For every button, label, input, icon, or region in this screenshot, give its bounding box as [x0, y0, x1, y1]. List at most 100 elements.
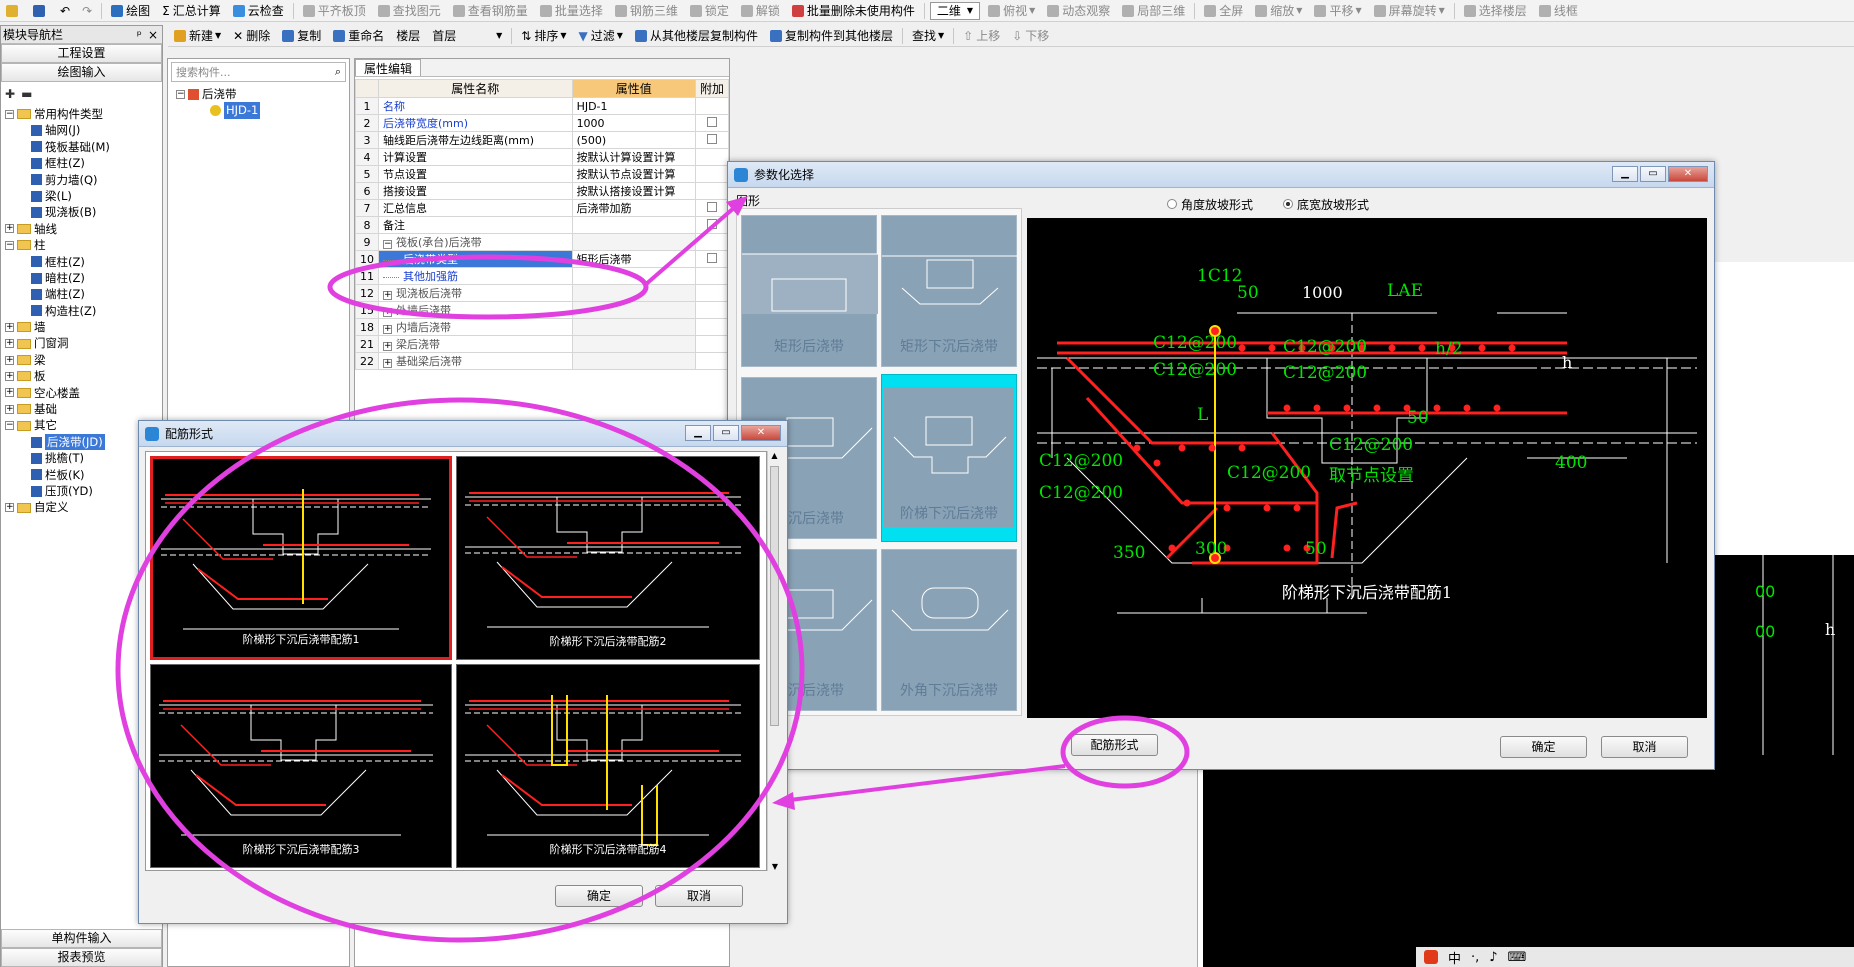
property-value[interactable]	[571, 301, 696, 319]
shape-stepped-sunken[interactable]: 阶梯下沉后浇带	[881, 374, 1017, 542]
property-row[interactable]: 11 其他加强筋	[355, 267, 730, 285]
pan-button[interactable]: 平移 ▼	[1308, 1, 1367, 21]
group-toggle-icon[interactable]: −	[383, 240, 392, 249]
expand-toggle-icon[interactable]: +	[5, 503, 14, 513]
rebar-ok-button[interactable]: 确定	[555, 885, 643, 907]
zoom-button[interactable]: 缩放 ▼	[1249, 1, 1308, 21]
find-button[interactable]: 查找 ▼	[906, 26, 950, 46]
property-extra[interactable]	[694, 199, 730, 217]
property-row[interactable]: 12 + 现浇板后浇带	[355, 284, 730, 302]
minimize-button[interactable]: ▁	[1612, 166, 1638, 182]
rebar-form-option-1[interactable]: 阶梯形下沉后浇带配筋1	[150, 456, 452, 660]
shape-rect-sunken[interactable]: 矩形下沉后浇带	[881, 215, 1018, 367]
property-value[interactable]	[571, 233, 696, 251]
group-toggle-icon[interactable]: +	[383, 342, 392, 351]
expand-all-icon[interactable]: ✚	[5, 87, 15, 101]
maximize-button[interactable]: ▭	[1640, 166, 1666, 182]
expand-toggle-icon[interactable]: +	[5, 355, 14, 365]
wireframe-button[interactable]: 线框	[1533, 1, 1584, 21]
shape-rect[interactable]: 矩形后浇带	[741, 215, 878, 367]
move-up-button[interactable]: ⇧ 上移	[957, 26, 1006, 46]
find-element-button[interactable]: 查找图元	[372, 1, 447, 21]
project-settings-button[interactable]: 工程设置	[1, 44, 162, 63]
delete-button[interactable]: ✕ 删除	[227, 26, 276, 46]
property-extra[interactable]	[694, 318, 730, 336]
nav-tree-item[interactable]: − 常用构件类型	[5, 106, 162, 122]
property-row[interactable]: 1 名称 HJD-1	[355, 97, 730, 115]
property-row[interactable]: 4 计算设置 按默认计算设置计算	[355, 148, 730, 166]
property-value[interactable]: 后浇带加筋	[571, 199, 696, 217]
scroll-thumb[interactable]	[770, 466, 779, 726]
property-row[interactable]: 9− 筏板(承台)后浇带	[355, 233, 730, 251]
property-value[interactable]	[571, 267, 696, 285]
property-row[interactable]: 10 后浇带类型 矩形后浇带	[355, 250, 730, 268]
copy-to-floor-button[interactable]: 复制构件到其他楼层	[764, 26, 899, 46]
property-extra[interactable]	[694, 267, 730, 285]
expand-toggle-icon[interactable]: +	[5, 224, 14, 234]
nav-tree-item[interactable]: − 柱	[5, 237, 162, 253]
property-value[interactable]: HJD-1	[571, 97, 696, 115]
close-button[interactable]: ✕	[741, 425, 781, 441]
expand-toggle-icon[interactable]: +	[5, 371, 14, 381]
property-row[interactable]: 8 备注	[355, 216, 730, 234]
move-down-button[interactable]: ⇩ 下移	[1006, 26, 1055, 46]
ime-lang[interactable]: 中	[1448, 948, 1461, 967]
nav-tree-item[interactable]: 暗柱(Z)	[5, 270, 162, 286]
rotate-button[interactable]: 屏幕旋转 ▼	[1368, 1, 1451, 21]
property-value[interactable]	[571, 335, 696, 353]
checkbox[interactable]	[706, 218, 717, 229]
nav-tree-item[interactable]: + 门窗洞	[5, 335, 162, 351]
checkbox[interactable]	[706, 133, 717, 144]
select-floor-button[interactable]: 选择楼层	[1458, 1, 1533, 21]
copy-from-floor-button[interactable]: 从其他楼层复制构件	[629, 26, 764, 46]
expand-toggle-icon[interactable]: +	[5, 404, 14, 414]
property-value[interactable]: 按默认节点设置计算	[571, 165, 696, 183]
component-search[interactable]: 搜索构件... ⌕	[171, 62, 346, 82]
property-extra[interactable]	[694, 216, 730, 234]
orbit-button[interactable]: 动态观察	[1041, 1, 1116, 21]
sort-button[interactable]: ⇅ 排序 ▼	[515, 26, 572, 46]
checkbox[interactable]	[706, 201, 717, 212]
tab-property-edit[interactable]: 属性编辑	[355, 59, 422, 76]
expand-toggle-icon[interactable]: +	[5, 339, 14, 349]
checkbox[interactable]	[706, 252, 717, 263]
radio-angle-slope[interactable]: 角度放坡形式	[1167, 196, 1253, 213]
rebar-form-option-2[interactable]: 阶梯形下沉后浇带配筋2	[456, 456, 760, 660]
property-extra[interactable]	[694, 114, 730, 132]
rebar-3d-button[interactable]: 钢筋三维	[609, 1, 684, 21]
copy-button[interactable]: 复制	[276, 26, 327, 46]
expand-toggle-icon[interactable]: −	[5, 421, 14, 431]
property-value[interactable]	[571, 216, 696, 234]
redo-icon[interactable]: ↷	[76, 1, 98, 21]
minimize-button[interactable]: ▁	[685, 425, 711, 441]
ime-keyboard-icon[interactable]: ⌨	[1508, 950, 1527, 965]
property-extra[interactable]	[694, 182, 730, 200]
property-value[interactable]: (500)	[571, 131, 696, 149]
property-extra[interactable]	[694, 284, 730, 302]
batch-delete-button[interactable]: 批量删除未使用构件	[786, 1, 921, 21]
nav-tree-item[interactable]: 框柱(Z)	[5, 254, 162, 270]
fullscreen-button[interactable]: 全屏	[1198, 1, 1249, 21]
search-input[interactable]: 搜索构件...	[176, 64, 231, 80]
ime-punct-icon[interactable]: ·,	[1471, 950, 1479, 965]
property-value[interactable]: 按默认计算设置计算	[571, 148, 696, 166]
expand-toggle-icon[interactable]: −	[5, 109, 14, 119]
expand-toggle-icon[interactable]: +	[5, 322, 14, 332]
unlock-button[interactable]: 解锁	[735, 1, 786, 21]
ime-mic-icon[interactable]: ♪	[1489, 950, 1497, 965]
rebar-form-button[interactable]: 配筋形式	[1071, 734, 1158, 756]
checkbox[interactable]	[706, 116, 717, 127]
property-extra[interactable]	[694, 165, 730, 183]
property-extra[interactable]	[694, 148, 730, 166]
property-extra[interactable]	[694, 335, 730, 353]
rebar-form-option-3[interactable]: 阶梯形下沉后浇带配筋3	[150, 664, 452, 868]
property-extra[interactable]	[694, 301, 730, 319]
nav-tree-item[interactable]: 构造柱(Z)	[5, 303, 162, 319]
expand-toggle-icon[interactable]: −	[5, 240, 14, 250]
expand-toggle-icon[interactable]: +	[5, 388, 14, 398]
group-toggle-icon[interactable]: +	[383, 291, 392, 300]
view-rebar-button[interactable]: 查看钢筋量	[447, 1, 534, 21]
nav-tree-item[interactable]: 剪力墙(Q)	[5, 172, 162, 188]
rebar-list-scrollbar[interactable]: ▲ ▼	[767, 451, 781, 871]
nav-tree-item[interactable]: + 空心楼盖	[5, 385, 162, 401]
